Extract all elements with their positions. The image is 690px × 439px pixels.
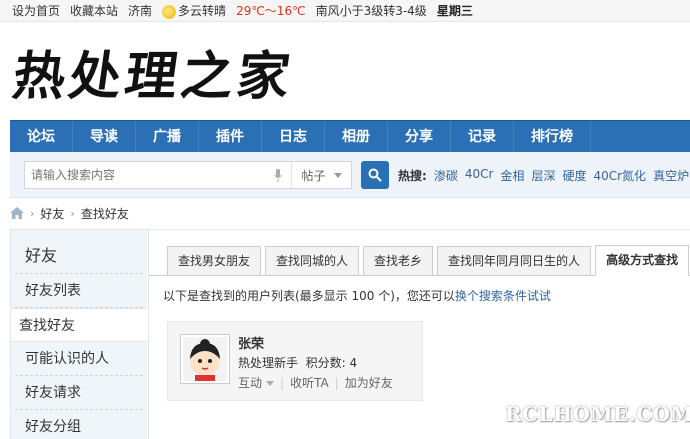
nav-item-forum[interactable]: 论坛 bbox=[10, 120, 73, 153]
tab-find-partner[interactable]: 查找男女朋友 bbox=[167, 246, 262, 276]
breadcrumb-separator: › bbox=[70, 206, 75, 220]
watermark: RCLHOME.COM bbox=[505, 402, 690, 426]
sidebar-item-groups[interactable]: 好友分组 bbox=[15, 410, 143, 439]
nav-item-guide[interactable]: 导读 bbox=[73, 120, 136, 153]
tab-find-same-birthday[interactable]: 查找同年同月同日生的人 bbox=[437, 246, 592, 276]
hot-term[interactable]: 真空炉 bbox=[653, 167, 689, 184]
hot-term[interactable]: 层深 bbox=[531, 167, 555, 184]
nav-item-broadcast[interactable]: 广播 bbox=[136, 120, 199, 153]
main-nav: 论坛 导读 广播 插件 日志 相册 分享 记录 排行榜 bbox=[10, 120, 690, 153]
change-search-link[interactable]: 换个搜索条件试试 bbox=[455, 289, 551, 303]
sidebar: 好友 好友列表 查找好友 可能认识的人 好友请求 好友分组 bbox=[10, 229, 147, 439]
user-card: 张荣 热处理新手 积分数: 4 互动 | 收听TA | 加为好友 bbox=[167, 321, 423, 401]
logo-text: 热处理之家 bbox=[9, 45, 298, 107]
tab-bar: 查找男女朋友 查找同城的人 查找老乡 查找同年同月同日生的人 高级方式查找 bbox=[167, 244, 690, 276]
top-bar: 设为首页 收藏本站 济南 多云转晴 29℃～16℃ 南风小于3级转3-4级 星期… bbox=[0, 0, 690, 22]
weekday: 星期三 bbox=[436, 4, 473, 18]
hot-term[interactable]: 40Cr bbox=[465, 167, 494, 184]
tab-find-same-city[interactable]: 查找同城的人 bbox=[265, 246, 360, 276]
nav-item-album[interactable]: 相册 bbox=[325, 120, 388, 153]
sidebar-item-friend-list[interactable]: 好友列表 bbox=[15, 274, 143, 308]
nav-item-blog[interactable]: 日志 bbox=[262, 120, 325, 153]
temperature: 29℃～16℃ bbox=[236, 4, 306, 18]
nav-item-records[interactable]: 记录 bbox=[451, 120, 514, 153]
hot-term[interactable]: 金相 bbox=[500, 167, 524, 184]
hot-term[interactable]: 40Cr氮化 bbox=[593, 167, 646, 184]
weather-text: 多云转晴 bbox=[178, 4, 227, 18]
hot-search-label: 热搜: bbox=[398, 169, 427, 183]
chevron-down-icon bbox=[333, 172, 342, 178]
nav-item-plugins[interactable]: 插件 bbox=[199, 120, 262, 153]
interact-dropdown[interactable]: 互动 bbox=[238, 374, 275, 391]
microphone-icon[interactable] bbox=[271, 162, 285, 188]
set-home-link[interactable]: 设为首页 bbox=[12, 2, 60, 19]
bookmark-link[interactable]: 收藏本站 bbox=[70, 2, 118, 19]
hot-term[interactable]: 渗碳 bbox=[434, 167, 458, 184]
search-box: 帖子 bbox=[24, 161, 352, 189]
result-info: 以下是查找到的用户列表(最多显示 100 个)，您还可以换个搜索条件试试 bbox=[163, 287, 551, 304]
interact-label: 互动 bbox=[238, 376, 263, 390]
weather-info: 多云转晴 bbox=[162, 2, 226, 19]
nav-item-share[interactable]: 分享 bbox=[388, 120, 451, 153]
tab-advanced-search[interactable]: 高级方式查找 bbox=[595, 245, 690, 276]
site-logo[interactable]: 热处理之家 bbox=[9, 36, 298, 107]
home-icon[interactable] bbox=[10, 207, 24, 219]
sun-cloud-icon bbox=[162, 4, 177, 19]
user-level: 热处理新手 bbox=[238, 356, 299, 370]
user-points: 积分数: 4 bbox=[305, 356, 358, 370]
tab-find-hometown[interactable]: 查找老乡 bbox=[363, 246, 434, 276]
search-bar: 帖子 热搜: 渗碳 40Cr 金相 层深 硬度 40Cr氮化 真空炉 bbox=[10, 152, 690, 198]
user-actions: 互动 | 收听TA | 加为好友 bbox=[238, 374, 393, 391]
chevron-down-icon bbox=[266, 381, 275, 386]
wind-info: 南风小于3级转3-4级 bbox=[315, 4, 427, 18]
breadcrumb-separator: › bbox=[30, 206, 35, 220]
search-input[interactable] bbox=[25, 162, 271, 188]
sidebar-item-requests[interactable]: 好友请求 bbox=[15, 376, 143, 410]
search-button[interactable] bbox=[361, 161, 389, 189]
search-icon bbox=[368, 168, 382, 182]
action-divider: | bbox=[334, 375, 339, 390]
breadcrumb: › 好友 › 查找好友 bbox=[10, 204, 129, 222]
city-label: 济南 bbox=[128, 4, 153, 18]
result-info-text: 以下是查找到的用户列表(最多显示 100 个)，您还可以 bbox=[163, 289, 455, 303]
action-divider: | bbox=[280, 375, 285, 390]
hot-search: 热搜: 渗碳 40Cr 金相 层深 硬度 40Cr氮化 真空炉 bbox=[398, 167, 689, 184]
user-level-line: 热处理新手 积分数: 4 bbox=[238, 354, 357, 371]
hot-term[interactable]: 硬度 bbox=[562, 167, 586, 184]
add-friend-button[interactable]: 加为好友 bbox=[345, 374, 393, 391]
sidebar-item-find-friends[interactable]: 查找好友 bbox=[11, 308, 147, 342]
user-name[interactable]: 张荣 bbox=[238, 333, 264, 352]
breadcrumb-friends[interactable]: 好友 bbox=[40, 205, 64, 222]
search-type-value: 帖子 bbox=[301, 168, 326, 183]
nav-item-ranking[interactable]: 排行榜 bbox=[514, 120, 591, 153]
search-type-select[interactable]: 帖子 bbox=[291, 162, 351, 188]
avatar[interactable] bbox=[180, 334, 230, 384]
follow-button[interactable]: 收听TA bbox=[290, 374, 329, 391]
sidebar-title: 好友 bbox=[15, 230, 143, 274]
sidebar-item-may-know[interactable]: 可能认识的人 bbox=[15, 342, 143, 376]
breadcrumb-find-friends[interactable]: 查找好友 bbox=[81, 205, 129, 222]
